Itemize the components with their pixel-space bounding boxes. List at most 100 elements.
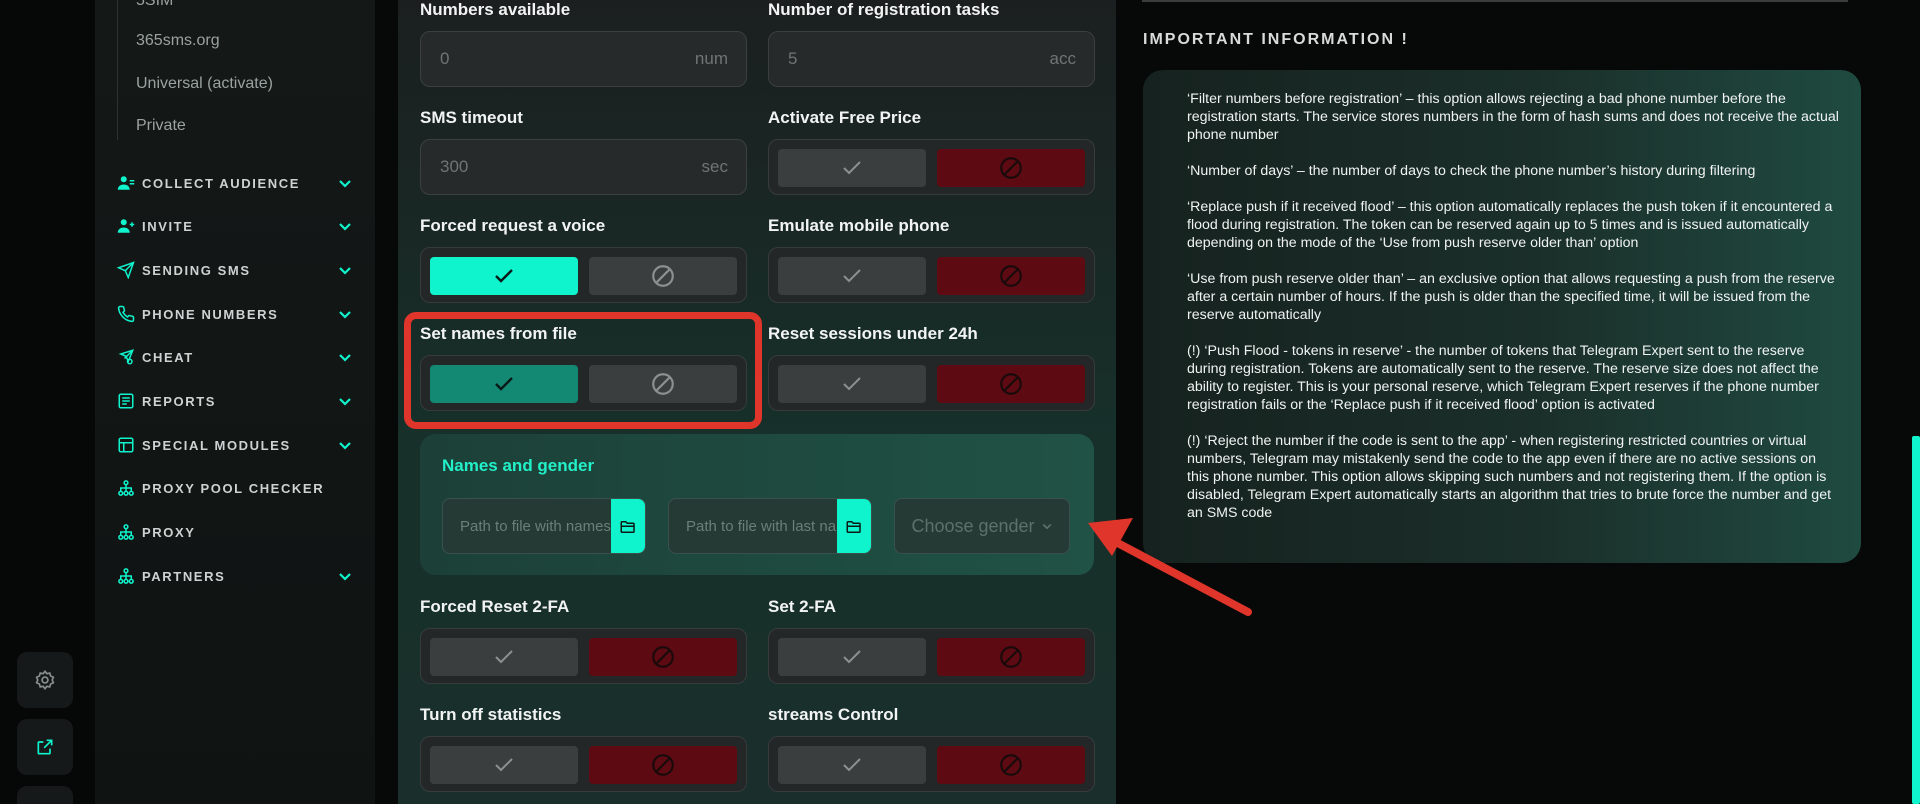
- last-names-file-input[interactable]: Path to file with last na: [668, 498, 872, 554]
- network-icon: [118, 480, 134, 496]
- external-link-button[interactable]: [17, 719, 73, 775]
- gear-icon: [35, 669, 55, 691]
- report-icon: [118, 393, 134, 409]
- network-icon: [118, 568, 134, 584]
- sidebar-item-phone-numbers[interactable]: PHONE NUMBERS: [117, 303, 353, 325]
- turn-off-statistics-toggle: [420, 736, 747, 792]
- check-icon: [495, 758, 513, 772]
- sidebar-subitem-universal[interactable]: Universal (activate): [136, 75, 273, 93]
- set-2fa-label: Set 2-FA: [768, 597, 837, 616]
- sidebar-item-label: SPECIAL MODULES: [142, 437, 291, 453]
- disable-button[interactable]: [589, 257, 737, 295]
- user-plus-icon: [117, 219, 135, 233]
- enable-button[interactable]: [430, 638, 578, 676]
- enable-button[interactable]: [778, 257, 926, 295]
- submenu-guide-line: [117, 0, 118, 140]
- sidebar-subitem-365sms[interactable]: 365sms.org: [136, 32, 220, 50]
- ban-icon: [652, 754, 674, 776]
- gender-select[interactable]: Choose gender: [894, 498, 1070, 554]
- check-icon: [843, 758, 861, 772]
- sidebar-item-collect-audience[interactable]: COLLECT AUDIENCE: [117, 172, 353, 194]
- settings-button[interactable]: [17, 652, 73, 708]
- network-icon: [118, 524, 134, 540]
- info-paragraph: ‘Number of days’ – the number of days to…: [1187, 163, 1756, 179]
- ban-icon: [652, 646, 674, 668]
- disable-button[interactable]: [937, 746, 1085, 784]
- enable-button[interactable]: [778, 638, 926, 676]
- forced-reset-2fa-label: Forced Reset 2-FA: [420, 597, 570, 616]
- sidebar-subitem-private[interactable]: Private: [136, 117, 186, 135]
- enable-button[interactable]: [778, 746, 926, 784]
- chevron-down-icon: [339, 223, 351, 231]
- sms-timeout-label: SMS timeout: [420, 108, 523, 127]
- sidebar-item-proxy[interactable]: PROXY: [117, 521, 353, 543]
- sidebar-item-proxy-pool-checker[interactable]: PROXY POOL CHECKER: [117, 477, 353, 499]
- browse-names-button[interactable]: [611, 499, 645, 553]
- check-icon: [843, 269, 861, 283]
- field-unit: sec: [701, 157, 728, 176]
- info-panel: ‘Filter numbers before registration’ – t…: [1143, 70, 1861, 563]
- field-value: 300: [440, 157, 469, 176]
- registration-tasks-field[interactable]: 5 acc: [768, 31, 1095, 87]
- scrollbar-thumb[interactable]: [1912, 436, 1920, 804]
- chevron-down-icon: [339, 442, 351, 450]
- sidebar-item-special-modules[interactable]: SPECIAL MODULES: [117, 434, 353, 456]
- sidebar-item-partners[interactable]: PARTNERS: [117, 565, 353, 587]
- sidebar-subitem-5sim[interactable]: 5SIM: [136, 0, 173, 10]
- disable-button[interactable]: [937, 257, 1085, 295]
- sms-timeout-field[interactable]: 300 sec: [420, 139, 747, 195]
- enable-button[interactable]: [778, 149, 926, 187]
- numbers-available-field[interactable]: 0 num: [420, 31, 747, 87]
- phone-icon: [117, 305, 135, 323]
- chevron-down-icon: [339, 267, 351, 275]
- icon-rail: [0, 0, 95, 804]
- field-value: 0: [440, 49, 450, 68]
- sidebar-item-invite[interactable]: INVITE: [117, 215, 353, 237]
- ban-icon: [1000, 157, 1022, 179]
- enable-button[interactable]: [778, 365, 926, 403]
- chevron-down-icon: [339, 180, 351, 188]
- field-unit: acc: [1049, 49, 1076, 68]
- info-paragraph: ‘Replace push if it received flood’ – th…: [1187, 199, 1833, 251]
- disable-button[interactable]: [589, 638, 737, 676]
- info-paragraph: (!) ‘Push Flood - tokens in reserve’ - t…: [1187, 343, 1819, 413]
- numbers-available-label: Numbers available: [420, 0, 571, 19]
- enable-button[interactable]: [430, 746, 578, 784]
- sidebar-item-label: PHONE NUMBERS: [142, 306, 279, 322]
- first-names-file-input[interactable]: Path to file with names: [442, 498, 646, 554]
- reset-sessions-toggle: [768, 355, 1095, 411]
- reset-sessions-label: Reset sessions under 24h: [768, 324, 978, 343]
- ban-icon: [1000, 754, 1022, 776]
- enable-button[interactable]: [430, 257, 578, 295]
- check-icon: [495, 269, 513, 283]
- forced-voice-label: Forced request a voice: [420, 216, 606, 235]
- names-gender-section: Names and gender Path to file with names…: [420, 434, 1094, 575]
- info-heading: IMPORTANT INFORMATION !: [1143, 31, 1409, 48]
- names-gender-title: Names and gender: [442, 456, 595, 475]
- external-link-icon: [37, 739, 53, 755]
- disable-button[interactable]: [937, 149, 1085, 187]
- chevron-down-icon: [339, 398, 351, 406]
- registration-tasks-label: Number of registration tasks: [768, 0, 1000, 19]
- folder-icon: [846, 521, 861, 533]
- sidebar-item-label: PROXY POOL CHECKER: [142, 480, 325, 496]
- sidebar-item-cheat[interactable]: CHEAT: [117, 346, 353, 368]
- sidebar-item-label: SENDING SMS: [142, 262, 251, 278]
- sidebar-item-sending-sms[interactable]: SENDING SMS: [117, 259, 353, 281]
- browse-last-names-button[interactable]: [837, 499, 871, 553]
- disable-button[interactable]: [589, 746, 737, 784]
- check-icon: [843, 377, 861, 391]
- disable-button[interactable]: [937, 365, 1085, 403]
- check-icon: [495, 650, 513, 664]
- ban-icon: [1000, 646, 1022, 668]
- check-icon: [843, 161, 861, 175]
- chevron-down-icon: [339, 354, 351, 362]
- sidebar-item-label: PROXY: [142, 524, 196, 540]
- cheat-send-icon: [118, 349, 135, 365]
- activate-free-price-label: Activate Free Price: [768, 108, 922, 127]
- rail-button-partial[interactable]: [17, 786, 73, 804]
- sidebar-item-label: COLLECT AUDIENCE: [142, 175, 301, 191]
- chevron-down-icon: [339, 573, 351, 581]
- disable-button[interactable]: [937, 638, 1085, 676]
- sidebar-item-reports[interactable]: REPORTS: [117, 390, 353, 412]
